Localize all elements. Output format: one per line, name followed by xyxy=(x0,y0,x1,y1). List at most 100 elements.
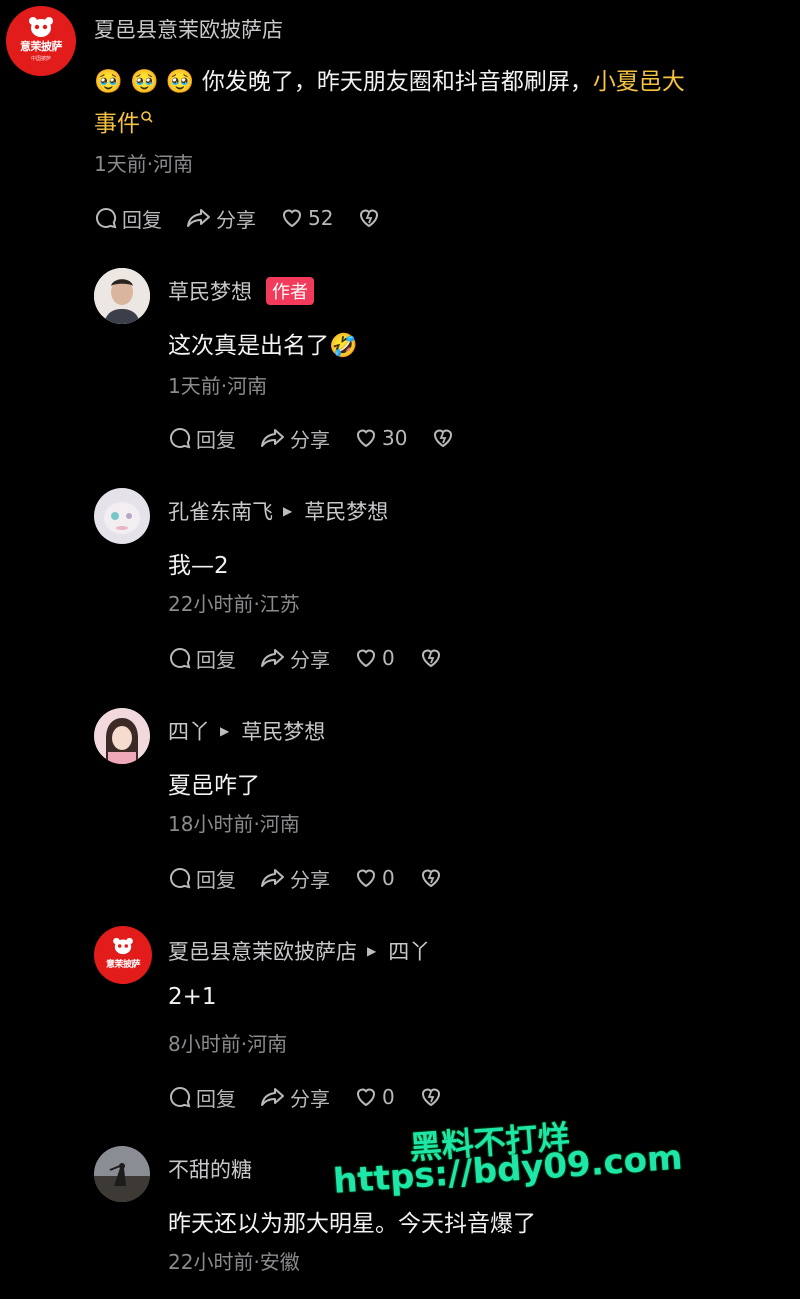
reply-label: 回复 xyxy=(196,867,236,892)
reply-arrow-icon: ▶ xyxy=(367,944,377,958)
avatar[interactable] xyxy=(94,708,150,764)
comment-text: 我—2 xyxy=(168,553,229,579)
comment-meta: 18小时前·河南 xyxy=(168,812,300,836)
comment-author[interactable]: 四丫 ▶ 草民梦想 xyxy=(168,716,325,746)
broken-heart-icon xyxy=(421,1088,440,1107)
comment-text-line: 你发晚了，昨天朋友圈和抖音都刷屏， xyxy=(201,69,593,95)
share-label: 分享 xyxy=(216,207,256,232)
reply-to-name[interactable]: 草民梦想 xyxy=(241,716,325,746)
reply-item: 孔雀东南飞 ▶ 草民梦想 我—2 22小时前·江苏 回复 分享 0 xyxy=(0,480,800,690)
broken-heart-icon xyxy=(421,869,440,888)
like-button[interactable]: 30 xyxy=(354,426,407,450)
comment-author[interactable]: 孔雀东南飞 ▶ 草民梦想 xyxy=(168,496,388,526)
avatar[interactable]: 意茉披萨 中国披萨 xyxy=(6,6,76,76)
comment-item: 意茉披萨 中国披萨 夏邑县意茉欧披萨店 🥹 🥹 🥹 你发晚了，昨天朋友圈和抖音都… xyxy=(0,0,800,250)
author-name: 四丫 xyxy=(168,720,210,744)
panda-logo-icon xyxy=(28,16,54,37)
reply-bubble-icon xyxy=(169,1086,191,1108)
search-icon[interactable] xyxy=(140,104,154,130)
author-badge: 作者 xyxy=(266,277,314,305)
share-label: 分享 xyxy=(290,427,330,452)
comment-meta: 8小时前·河南 xyxy=(168,1032,288,1056)
person-photo-icon xyxy=(94,268,150,324)
share-button[interactable]: 分享 xyxy=(260,644,330,673)
reply-to-name[interactable]: 四丫 xyxy=(388,936,430,966)
reply-button[interactable]: 回复 xyxy=(168,424,236,453)
share-label: 分享 xyxy=(290,647,330,672)
dislike-button[interactable] xyxy=(431,426,459,450)
like-button[interactable]: 0 xyxy=(354,646,395,670)
like-button[interactable]: 52 xyxy=(280,206,333,230)
like-button[interactable]: 0 xyxy=(354,866,395,890)
dislike-button[interactable] xyxy=(419,866,447,890)
share-arrow-icon xyxy=(261,429,284,447)
comment-text: 🥹 🥹 🥹 你发晚了，昨天朋友圈和抖音都刷屏，小夏邑大 xyxy=(94,62,685,96)
author-name: 草民梦想 xyxy=(168,280,252,304)
comment-text: 这次真是出名了🤣 xyxy=(168,326,358,360)
dislike-button[interactable] xyxy=(419,1085,447,1109)
search-link[interactable]: 小夏邑大 xyxy=(593,69,685,95)
cartoon-avatar-icon xyxy=(94,488,150,544)
share-button[interactable]: 分享 xyxy=(186,204,256,233)
search-link-continued[interactable]: 事件 xyxy=(94,111,140,137)
heart-icon xyxy=(356,869,376,888)
broken-heart-icon xyxy=(360,209,379,228)
heart-icon xyxy=(282,209,302,228)
reply-label: 回复 xyxy=(122,207,162,232)
share-button[interactable]: 分享 xyxy=(260,1083,330,1112)
share-arrow-icon xyxy=(261,869,284,887)
avatar[interactable] xyxy=(94,268,150,324)
heart-icon xyxy=(356,1088,376,1107)
like-button[interactable]: 0 xyxy=(354,1085,395,1109)
reply-bubble-icon xyxy=(95,207,117,229)
reply-to-name[interactable]: 草民梦想 xyxy=(304,496,388,526)
reply-button[interactable]: 回复 xyxy=(168,644,236,673)
avatar-brand-text: 意茉披萨 xyxy=(20,40,63,53)
avatar-sub-text: 中国披萨 xyxy=(30,56,51,62)
avatar-brand-text: 意茉披萨 xyxy=(105,959,141,970)
comment-author[interactable]: 夏邑县意茉欧披萨店 xyxy=(94,14,283,44)
avatar[interactable] xyxy=(94,1146,150,1202)
reply-item: 草民梦想 作者 这次真是出名了🤣 1天前·河南 回复 分享 30 xyxy=(0,260,800,470)
like-count: 0 xyxy=(382,646,395,670)
comment-meta: 22小时前·江苏 xyxy=(168,592,300,616)
share-arrow-icon xyxy=(261,1088,284,1106)
share-button[interactable]: 分享 xyxy=(260,864,330,893)
share-arrow-icon xyxy=(261,649,284,667)
comment-meta: 22小时前·安徽 xyxy=(168,1250,300,1274)
reply-button[interactable]: 回复 xyxy=(168,864,236,893)
reply-label: 回复 xyxy=(196,427,236,452)
comment-text-continued: 事件 xyxy=(94,104,154,138)
reply-bubble-icon xyxy=(169,867,191,889)
reply-bubble-icon xyxy=(169,647,191,669)
dislike-button[interactable] xyxy=(357,206,385,230)
reply-item: 意茉披萨 夏邑县意茉欧披萨店 ▶ 四丫 2+1 8小时前·河南 回复 分享 0 xyxy=(0,920,800,1130)
comment-author[interactable]: 草民梦想 作者 xyxy=(168,276,314,306)
reply-bubble-icon xyxy=(169,427,191,449)
comment-meta: 1天前·河南 xyxy=(168,374,268,398)
comment-author[interactable]: 夏邑县意茉欧披萨店 ▶ 四丫 xyxy=(168,936,430,966)
panda-logo-icon xyxy=(112,937,134,955)
comment-text: 昨天还以为那大明星。今天抖音爆了 xyxy=(168,1211,536,1237)
comment-actions: 回复 分享 52 xyxy=(94,203,409,233)
reply-button[interactable]: 回复 xyxy=(168,1083,236,1112)
dislike-button[interactable] xyxy=(419,646,447,670)
author-name: 不甜的糖 xyxy=(168,1158,252,1182)
comment-text-line: 这次真是出名了 xyxy=(168,333,329,359)
comment-text: 2+1 xyxy=(168,984,217,1010)
avatar[interactable]: 意茉披萨 xyxy=(94,926,152,984)
comment-author[interactable]: 不甜的糖 xyxy=(168,1154,252,1184)
comment-actions: 回复 分享 0 xyxy=(168,1082,471,1112)
heart-icon xyxy=(356,649,376,668)
author-name: 孔雀东南飞 xyxy=(168,500,273,524)
like-count: 0 xyxy=(382,1085,395,1109)
girl-photo-icon xyxy=(94,708,150,764)
share-button[interactable]: 分享 xyxy=(260,424,330,453)
reply-arrow-icon: ▶ xyxy=(283,504,293,518)
landscape-photo-icon xyxy=(94,1146,150,1202)
reply-button[interactable]: 回复 xyxy=(94,204,162,233)
broken-heart-icon xyxy=(434,429,453,448)
avatar[interactable] xyxy=(94,488,150,544)
comment-meta: 1天前·河南 xyxy=(94,152,194,176)
comment-actions: 回复 分享 0 xyxy=(168,863,471,893)
